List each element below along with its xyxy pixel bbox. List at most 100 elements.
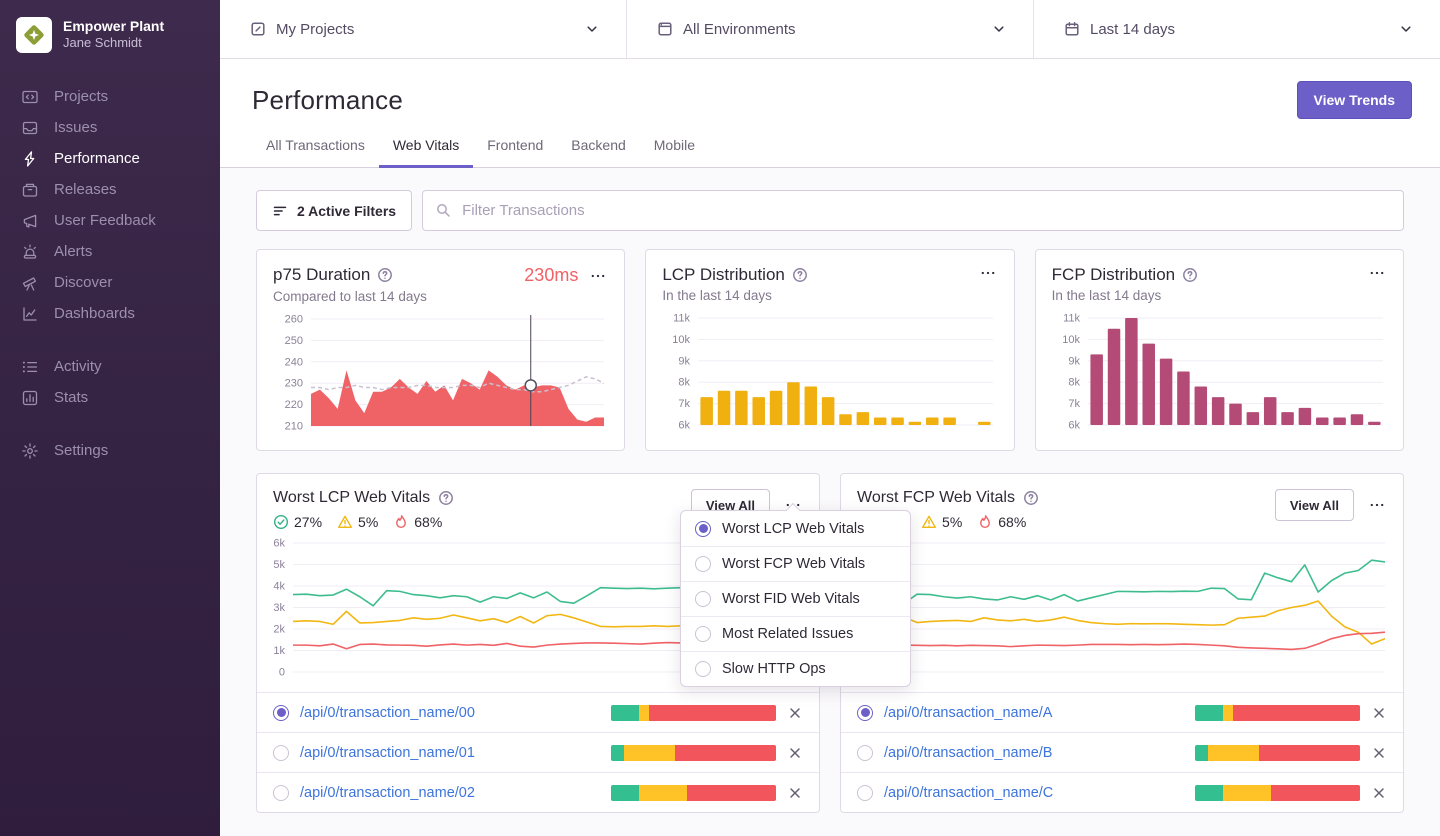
activity-icon <box>21 358 39 376</box>
menu-option-worst-lcp-web-vitals[interactable]: Worst LCP Web Vitals <box>681 511 910 546</box>
transaction-radio[interactable] <box>857 704 873 721</box>
menu-option-slow-http-ops[interactable]: Slow HTTP Ops <box>681 651 910 686</box>
svg-text:7k: 7k <box>1068 398 1080 410</box>
tab-backend[interactable]: Backend <box>557 137 639 168</box>
legend-item: 5% <box>921 514 962 530</box>
sidebar-item-user-feedback[interactable]: User Feedback <box>0 205 220 236</box>
org-header[interactable]: Empower Plant Jane Schmidt <box>0 0 220 67</box>
menu-option-worst-fid-web-vitals[interactable]: Worst FID Web Vitals <box>681 581 910 616</box>
svg-text:10k: 10k <box>673 334 691 346</box>
menu-option-radio <box>695 556 711 572</box>
help-icon[interactable] <box>792 267 808 283</box>
vitals-breakdown-bar <box>1195 784 1360 801</box>
menu-option-label: Most Related Issues <box>722 626 854 642</box>
view-all-button[interactable]: View All <box>1274 489 1354 521</box>
worst_fcp_web_vitals-svg: 6k5k4k3k2k1k0 <box>857 538 1386 679</box>
menu-option-worst-fcp-web-vitals[interactable]: Worst FCP Web Vitals <box>681 546 910 581</box>
sidebar-item-label: Settings <box>54 442 109 459</box>
p75_duration-svg: 260 250 240 230 220 210 <box>285 314 605 433</box>
transaction-link[interactable]: /api/0/transaction_name/C <box>884 785 1053 801</box>
card-subtitle: In the last 14 days <box>662 288 772 303</box>
svg-text:6k: 6k <box>1068 420 1080 432</box>
transaction-row: /api/0/transaction_name/B <box>841 732 1403 772</box>
warning-icon <box>921 514 937 530</box>
tab-frontend[interactable]: Frontend <box>473 137 557 168</box>
help-icon[interactable] <box>1023 490 1039 506</box>
sidebar-item-issues[interactable]: Issues <box>0 112 220 143</box>
svg-text:6k: 6k <box>679 420 691 432</box>
search-input[interactable] <box>422 190 1404 231</box>
transaction-link[interactable]: /api/0/transaction_name/02 <box>300 785 475 801</box>
sidebar-item-performance[interactable]: Performance <box>0 143 220 174</box>
sidebar-item-label: Issues <box>54 119 98 136</box>
card-subtitle: In the last 14 days <box>1051 288 1162 303</box>
transaction-radio[interactable] <box>857 784 873 801</box>
svg-text:3k: 3k <box>273 602 285 614</box>
transaction-radio[interactable] <box>273 744 289 761</box>
sidebar-item-projects[interactable]: Projects <box>0 81 220 112</box>
sidebar-item-label: Stats <box>54 389 89 406</box>
close-icon[interactable] <box>1371 705 1387 721</box>
transaction-radio[interactable] <box>273 784 289 801</box>
vitals-card-title: Worst LCP Web Vitals <box>273 489 431 506</box>
global-selection-bar: My Projects All Environments Last 14 day… <box>220 0 1440 59</box>
close-icon[interactable] <box>1371 785 1387 801</box>
tab-all-transactions[interactable]: All Transactions <box>252 137 379 168</box>
org-user: Jane Schmidt <box>63 35 142 51</box>
svg-text:8k: 8k <box>1068 377 1080 389</box>
active-filters-label: 2 Active Filters <box>297 202 397 219</box>
transaction-radio[interactable] <box>857 744 873 761</box>
sidebar-item-settings[interactable]: Settings <box>0 435 220 466</box>
vitals-menu-button[interactable] <box>1369 497 1387 513</box>
svg-text:240: 240 <box>285 356 303 368</box>
legend-value: 68% <box>998 514 1027 530</box>
close-icon[interactable] <box>787 745 803 761</box>
help-icon[interactable] <box>1182 267 1198 283</box>
view-trends-button[interactable]: View Trends <box>1296 81 1412 119</box>
sidebar-item-activity[interactable]: Activity <box>0 351 220 382</box>
transaction-link[interactable]: /api/0/transaction_name/01 <box>300 745 475 761</box>
card-menu-button[interactable] <box>980 265 998 281</box>
help-icon[interactable] <box>438 490 454 506</box>
close-icon[interactable] <box>1371 745 1387 761</box>
menu-option-most-related-issues[interactable]: Most Related Issues <box>681 616 910 651</box>
tab-web-vitals[interactable]: Web Vitals <box>378 137 474 168</box>
card-menu-button[interactable] <box>1369 265 1387 281</box>
vitals-legend: 27% 5% 68% <box>273 514 454 530</box>
transaction-link[interactable]: /api/0/transaction_name/B <box>884 745 1052 761</box>
sidebar-item-dashboards[interactable]: Dashboards <box>0 298 220 329</box>
alerts-icon <box>21 243 39 261</box>
menu-option-label: Worst FCP Web Vitals <box>722 556 866 572</box>
sidebar-item-alerts[interactable]: Alerts <box>0 236 220 267</box>
svg-text:210: 210 <box>285 421 303 433</box>
close-icon[interactable] <box>787 705 803 721</box>
environment-picker[interactable]: All Environments <box>626 0 1033 58</box>
tab-mobile[interactable]: Mobile <box>640 137 709 168</box>
sidebar-item-label: Activity <box>54 358 102 375</box>
transaction-row: /api/0/transaction_name/C <box>841 772 1403 812</box>
close-icon[interactable] <box>787 785 803 801</box>
sidebar-item-discover[interactable]: Discover <box>0 267 220 298</box>
card-menu-button[interactable] <box>590 268 608 284</box>
stats-icon <box>21 389 39 407</box>
sidebar-item-label: Discover <box>54 274 113 291</box>
active-filters-button[interactable]: 2 Active Filters <box>256 190 413 231</box>
discover-icon <box>21 274 39 292</box>
projects-icon <box>21 88 39 106</box>
sidebar-item-label: Projects <box>54 88 109 105</box>
sidebar-item-releases[interactable]: Releases <box>0 174 220 205</box>
sidebar-item-stats[interactable]: Stats <box>0 382 220 413</box>
fcp_distribution-svg: 11k 10k 9k 8k 7k 6k <box>1062 313 1383 432</box>
date-range-picker[interactable]: Last 14 days <box>1033 0 1440 58</box>
main: My Projects All Environments Last 14 day… <box>220 0 1440 836</box>
help-icon[interactable] <box>377 267 393 283</box>
project-picker[interactable]: My Projects <box>220 0 626 58</box>
menu-option-radio <box>695 520 711 537</box>
worst-fcp-vitals-card: Worst FCP Web Vitals 27%5%68% View All 6… <box>840 473 1404 813</box>
transaction-row: /api/0/transaction_name/01 <box>257 732 819 772</box>
transaction-radio[interactable] <box>273 704 289 721</box>
transaction-link[interactable]: /api/0/transaction_name/00 <box>300 705 475 721</box>
environment-picker-label: All Environments <box>683 20 796 38</box>
transaction-link[interactable]: /api/0/transaction_name/A <box>884 705 1052 721</box>
legend-value: 5% <box>942 514 963 530</box>
